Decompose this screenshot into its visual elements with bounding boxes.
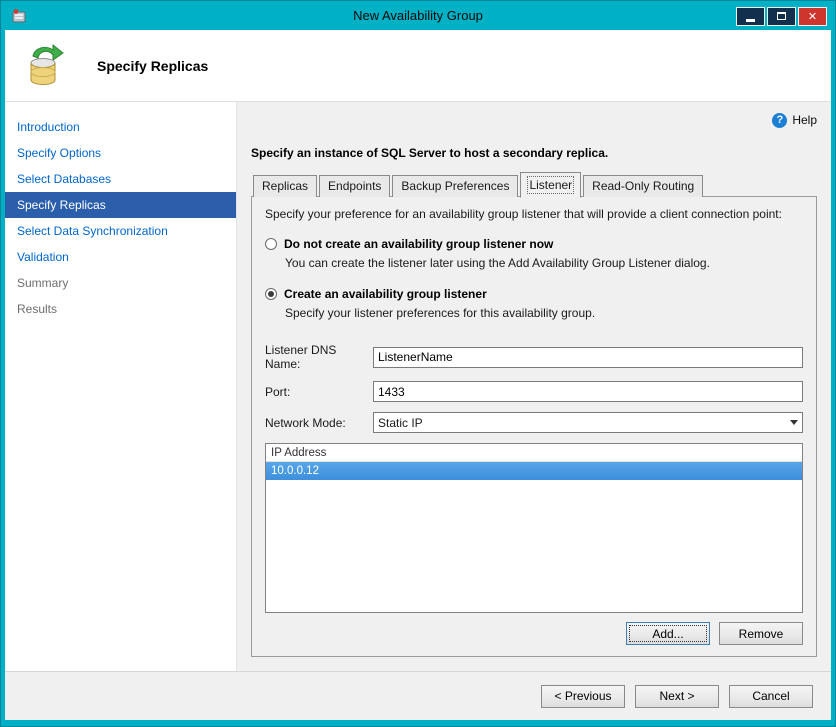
network-mode-row: Network Mode: Static IP [265,412,803,433]
sidebar-item-select-data-synchronization[interactable]: Select Data Synchronization [5,218,236,244]
radio-no-listener-description: You can create the listener later using … [285,256,710,270]
sidebar-item-summary: Summary [17,276,69,290]
sidebar-item-select-databases[interactable]: Select Databases [5,166,236,192]
sidebar-item-results: Results [17,302,58,316]
page-title: Specify Replicas [97,57,209,74]
radio-no-listener-label[interactable]: Do not create an availability group list… [284,237,553,251]
network-mode-select[interactable]: Static IP [373,412,803,433]
sidebar-item-introduction[interactable]: Introduction [5,114,236,140]
cancel-button[interactable]: Cancel [729,684,813,708]
help-label: Help [792,113,817,127]
window-title: New Availability Group [353,8,483,23]
close-button[interactable]: ✕ [798,6,827,26]
port-row: Port: [265,381,803,402]
remove-button[interactable]: Remove [719,622,803,645]
help-link[interactable]: ? Help [251,110,817,130]
radio-create-listener-label[interactable]: Create an availability group listener [284,287,487,301]
titlebar: New Availability Group ✕ [5,1,831,30]
port-label: Port: [265,384,291,399]
ip-address-row[interactable]: 10.0.0.12 [266,462,802,480]
close-icon: ✕ [807,10,818,23]
content-row: Introduction Specify Options Select Data… [5,102,831,671]
main-pane: ? Help Specify an instance of SQL Server… [237,102,831,671]
tab-endpoints[interactable]: Endpoints [319,175,391,197]
listener-preference-text: Specify your preference for an availabil… [265,207,782,221]
tab-listener[interactable]: Listener [520,172,582,198]
window-body: Specify Replicas Introduction Specify Op… [5,30,831,720]
dns-name-row: Listener DNS Name: [265,343,803,371]
sidebar-item-validation[interactable]: Validation [5,244,236,270]
previous-button[interactable]: < Previous [541,684,625,708]
wizard-header: Specify Replicas [5,30,831,102]
radio-create-listener-icon[interactable] [265,288,277,300]
availability-group-icon [30,43,64,85]
ip-list-buttons: Add... Remove [265,622,803,645]
window-controls: ✕ [736,6,827,26]
minimize-icon [746,19,755,22]
maximize-button[interactable] [767,6,796,26]
radio-no-listener[interactable]: Do not create an availability group list… [265,237,803,251]
dns-name-input[interactable] [373,346,803,368]
new-availability-group-window: New Availability Group ✕ Specify Replica… [0,0,836,727]
minimize-button[interactable] [736,6,765,26]
network-mode-value: Static IP [378,415,423,430]
wizard-steps-sidebar: Introduction Specify Options Select Data… [5,102,237,671]
tabstrip: Replicas Endpoints Backup Preferences Li… [251,172,817,198]
radio-no-listener-icon[interactable] [265,238,277,250]
chevron-down-icon[interactable] [785,413,802,432]
network-mode-label: Network Mode: [265,415,346,430]
listener-tab-panel: Specify your preference for an availabil… [251,196,817,657]
radio-create-listener[interactable]: Create an availability group listener [265,287,803,301]
instruction-text: Specify an instance of SQL Server to hos… [251,146,609,160]
tab-read-only-routing[interactable]: Read-Only Routing [583,175,704,197]
port-input[interactable] [373,381,803,402]
maximize-icon [777,12,786,20]
help-icon: ? [772,112,788,128]
sidebar-item-specify-replicas[interactable]: Specify Replicas [5,192,236,218]
ip-address-list[interactable]: IP Address 10.0.0.12 [265,443,803,613]
next-button[interactable]: Next > [635,684,719,708]
dns-name-label: Listener DNS Name: [265,343,337,371]
radio-create-listener-description: Specify your listener preferences for th… [285,306,596,320]
wizard-footer: < Previous Next > Cancel [5,671,831,720]
ip-address-column-header: IP Address [266,444,802,462]
add-button[interactable]: Add... [626,622,710,645]
tab-replicas[interactable]: Replicas [253,175,318,197]
sidebar-item-specify-options[interactable]: Specify Options [5,140,236,166]
tab-backup-preferences[interactable]: Backup Preferences [392,175,519,197]
